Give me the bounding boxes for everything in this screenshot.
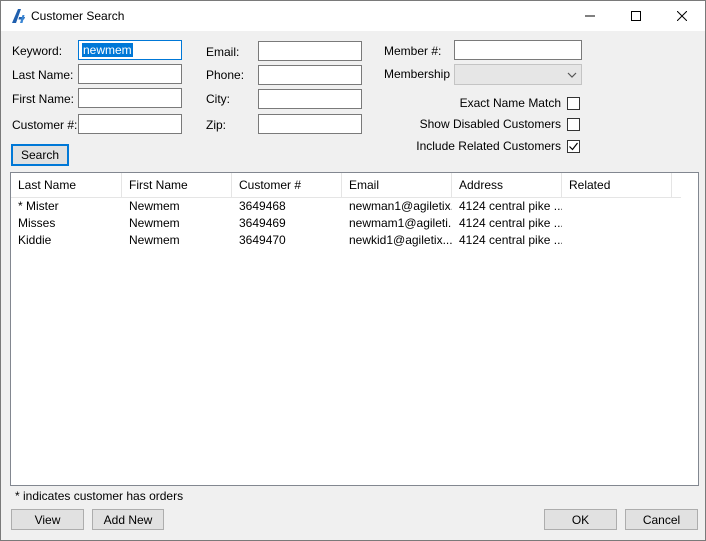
column-header-customer-number[interactable]: Customer # — [232, 173, 342, 198]
cell-email: newman1@agiletix.... — [349, 199, 452, 213]
zip-input[interactable] — [258, 114, 362, 134]
maximize-icon — [631, 11, 641, 21]
keyword-value: newmem — [82, 43, 133, 57]
city-input[interactable] — [258, 89, 362, 109]
email-input[interactable] — [258, 41, 362, 61]
cell-related — [562, 215, 672, 232]
column-header-last-name[interactable]: Last Name — [11, 173, 122, 198]
cell-address: 4124 central pike ... — [459, 233, 562, 247]
table-row[interactable]: * Mister Newmem 3649468 newman1@agiletix… — [11, 198, 681, 215]
show-disabled-row: Show Disabled Customers — [420, 117, 580, 131]
member-number-input[interactable] — [454, 40, 582, 60]
close-icon — [677, 11, 687, 21]
cell-email: newmam1@agileti... — [349, 216, 452, 230]
cell-customer-number: 3649469 — [239, 216, 286, 230]
member-number-label: Member #: — [384, 44, 442, 58]
orders-note: * indicates customer has orders — [15, 489, 184, 503]
cell-address: 4124 central pike ... — [459, 216, 562, 230]
search-button[interactable]: Search — [11, 144, 69, 166]
cell-address: 4124 central pike ... — [459, 199, 562, 213]
include-related-label: Include Related Customers — [416, 139, 561, 153]
include-related-row: Include Related Customers — [416, 139, 580, 153]
cell-first-name: Newmem — [129, 199, 180, 213]
column-header-email[interactable]: Email — [342, 173, 452, 198]
email-label: Email: — [206, 45, 240, 59]
cell-last-name: Kiddie — [18, 233, 52, 247]
keyword-label: Keyword: — [12, 44, 63, 58]
grid-body: * Mister Newmem 3649468 newman1@agiletix… — [11, 198, 681, 249]
last-name-input[interactable] — [78, 64, 182, 84]
column-header-address[interactable]: Address — [452, 173, 562, 198]
table-row[interactable]: Misses Newmem 3649469 newmam1@agileti...… — [11, 215, 681, 232]
cell-last-name: Misses — [18, 216, 56, 230]
exact-name-match-row: Exact Name Match — [460, 96, 580, 110]
app-logo-icon — [12, 9, 25, 23]
cell-customer-number: 3649470 — [239, 233, 286, 247]
phone-input[interactable] — [258, 65, 362, 85]
cell-last-name: * Mister — [18, 199, 59, 213]
add-new-button[interactable]: Add New — [92, 509, 164, 530]
membership-label: Membership — [384, 67, 451, 81]
column-header-first-name[interactable]: First Name — [122, 173, 232, 198]
cancel-button[interactable]: Cancel — [625, 509, 698, 530]
city-label: City: — [206, 92, 230, 106]
cell-related — [562, 198, 672, 215]
membership-select[interactable] — [454, 64, 582, 85]
show-disabled-checkbox[interactable] — [567, 117, 580, 131]
results-grid[interactable]: Last Name First Name Customer # Email Ad… — [10, 172, 699, 486]
show-disabled-label: Show Disabled Customers — [419, 117, 561, 131]
keyword-input[interactable]: newmem — [78, 40, 182, 60]
minimize-button[interactable] — [567, 1, 613, 31]
maximize-button[interactable] — [613, 1, 659, 31]
title-bar: Customer Search — [1, 1, 705, 31]
zip-label: Zip: — [206, 118, 227, 132]
first-name-label: First Name: — [12, 92, 75, 106]
last-name-label: Last Name: — [12, 68, 74, 82]
column-header-related[interactable]: Related — [562, 173, 672, 198]
cell-related — [562, 232, 672, 249]
customer-number-label: Customer #: — [12, 118, 78, 132]
cell-first-name: Newmem — [129, 216, 180, 230]
table-row[interactable]: Kiddie Newmem 3649470 newkid1@agiletix..… — [11, 232, 681, 249]
cell-first-name: Newmem — [129, 233, 180, 247]
customer-search-window: Customer Search Keyword: newmem Last Nam… — [0, 0, 706, 541]
ok-button[interactable]: OK — [544, 509, 617, 530]
cell-email: newkid1@agiletix.... — [349, 233, 452, 247]
close-button[interactable] — [659, 1, 705, 31]
exact-name-match-label: Exact Name Match — [459, 96, 561, 110]
cell-customer-number: 3649468 — [239, 199, 286, 213]
view-button[interactable]: View — [11, 509, 84, 530]
check-icon — [569, 142, 578, 150]
window-title: Customer Search — [31, 9, 125, 23]
customer-number-input[interactable] — [78, 114, 182, 134]
include-related-checkbox[interactable] — [567, 139, 580, 153]
phone-label: Phone: — [206, 68, 245, 82]
chevron-down-icon — [567, 72, 577, 78]
first-name-input[interactable] — [78, 88, 182, 108]
minimize-icon — [585, 15, 595, 17]
grid-header: Last Name First Name Customer # Email Ad… — [11, 173, 681, 198]
exact-name-match-checkbox[interactable] — [567, 96, 580, 110]
